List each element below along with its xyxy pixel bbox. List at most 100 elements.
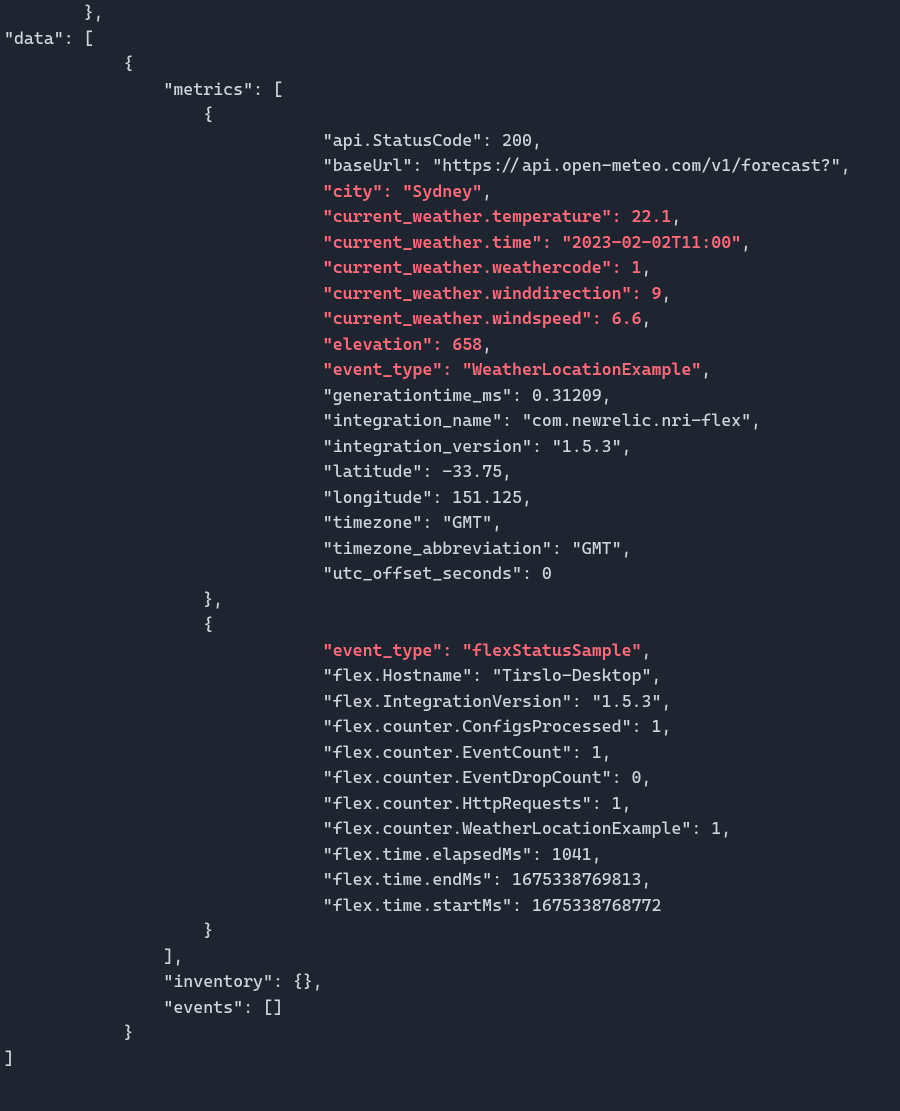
json-value: 6.6 — [612, 308, 642, 328]
json-value: 0 — [632, 767, 642, 787]
code-line: "flex.IntegrationVersion": "1.5.3", — [4, 689, 896, 715]
json-value: "GMT" — [572, 538, 622, 558]
json-key: "flex.IntegrationVersion" — [323, 691, 572, 711]
code-line: "generationtime_ms": 0.31209, — [4, 383, 896, 409]
code-line: "timezone_abbreviation": "GMT", — [4, 536, 896, 562]
code-line: "current_weather.winddirection": 9, — [4, 281, 896, 307]
json-key: "current_weather.weathercode" — [323, 257, 612, 277]
json-key-events: "events": [] — [4, 997, 283, 1017]
code-line: "metrics": [ — [4, 77, 896, 103]
json-value: 1 — [592, 742, 602, 762]
json-key: "flex.time.elapsedMs" — [323, 844, 532, 864]
json-value: 22.1 — [632, 206, 672, 226]
code-line: "flex.counter.HttpRequests": 1, — [4, 791, 896, 817]
json-value: "com.newrelic.nri-flex" — [522, 410, 751, 430]
json-value: 1 — [632, 257, 642, 277]
code-line: "flex.counter.EventCount": 1, — [4, 740, 896, 766]
code-line: "integration_name": "com.newrelic.nri-fl… — [4, 408, 896, 434]
code-line: "longitude": 151.125, — [4, 485, 896, 511]
json-key: "flex.time.startMs" — [323, 895, 512, 915]
json-key: "city" — [323, 181, 383, 201]
code-line: "elevation": 658, — [4, 332, 896, 358]
code-line: ] — [4, 1046, 896, 1072]
code-line: "flex.counter.ConfigsProcessed": 1, — [4, 714, 896, 740]
json-value: 1 — [612, 793, 622, 813]
json-key: "api.StatusCode" — [323, 130, 482, 150]
code-line: "event_type": "WeatherLocationExample", — [4, 357, 896, 383]
json-key: "flex.counter.ConfigsProcessed" — [323, 716, 632, 736]
json-key: "generationtime_ms" — [323, 385, 512, 405]
json-key: "baseUrl" — [323, 155, 413, 175]
json-key: "flex.counter.WeatherLocationExample" — [323, 818, 692, 838]
json-value: 0 — [542, 563, 552, 583]
json-key: "current_weather.winddirection" — [323, 283, 632, 303]
json-key: "event_type" — [323, 359, 443, 379]
json-value: 1 — [711, 818, 721, 838]
code-line: "flex.time.elapsedMs": 1041, — [4, 842, 896, 868]
code-line: ], — [4, 944, 896, 970]
json-value: "https://api.open-meteo.com/v1/forecast?… — [432, 155, 840, 175]
code-line: "utc_offset_seconds": 0 — [4, 561, 896, 587]
json-key: "integration_name" — [323, 410, 502, 430]
json-value: 1675338768772 — [532, 895, 662, 915]
json-key: "elevation" — [323, 334, 433, 354]
json-value: 1675338769813 — [512, 869, 642, 889]
json-code-block: }, "data": [ { "metrics": [ { "api.Status… — [0, 0, 900, 1111]
json-value: 9 — [651, 283, 661, 303]
json-value: "1.5.3" — [592, 691, 662, 711]
json-key: "longitude" — [323, 487, 433, 507]
json-value: "flexStatusSample" — [462, 640, 641, 660]
json-key: "current_weather.temperature" — [323, 206, 612, 226]
json-key-inventory: "inventory": {}, — [4, 971, 323, 991]
json-value: 200 — [502, 130, 532, 150]
json-value: 658 — [452, 334, 482, 354]
json-value: 1041 — [552, 844, 592, 864]
code-line: "event_type": "flexStatusSample", — [4, 638, 896, 664]
code-line: } — [4, 918, 896, 944]
code-line: "baseUrl": "https://api.open-meteo.com/v… — [4, 153, 896, 179]
json-key: "event_type" — [323, 640, 443, 660]
json-key: "latitude" — [323, 461, 423, 481]
json-key-metrics: "metrics": [ — [4, 79, 283, 99]
code-line: "data": [ — [4, 26, 896, 52]
json-value: "GMT" — [442, 512, 492, 532]
code-line: "latitude": -33.75, — [4, 459, 896, 485]
code-line: "flex.Hostname": "Tirslo-Desktop", — [4, 663, 896, 689]
json-value: "2023-02-02T11:00" — [562, 232, 741, 252]
code-line: "flex.time.endMs": 1675338769813, — [4, 867, 896, 893]
json-value: 151.125 — [452, 487, 522, 507]
json-key: "timezone" — [323, 512, 423, 532]
code-line: } — [4, 1020, 896, 1046]
code-line: "integration_version": "1.5.3", — [4, 434, 896, 460]
code-line: "timezone": "GMT", — [4, 510, 896, 536]
code-line: "current_weather.temperature": 22.1, — [4, 204, 896, 230]
code-line: "flex.time.startMs": 1675338768772 — [4, 893, 896, 919]
json-key: "flex.counter.HttpRequests" — [323, 793, 592, 813]
json-key: "current_weather.time" — [323, 232, 542, 252]
json-key: "flex.time.endMs" — [323, 869, 492, 889]
json-value: "Sydney" — [402, 181, 482, 201]
code-line: "inventory": {}, — [4, 969, 896, 995]
code-line: "city": "Sydney", — [4, 179, 896, 205]
code-line: "api.StatusCode": 200, — [4, 128, 896, 154]
json-key-data: "data" — [4, 28, 64, 48]
code-line: "current_weather.windspeed": 6.6, — [4, 306, 896, 332]
code-line: "events": [] — [4, 995, 896, 1021]
code-line: { — [4, 51, 896, 77]
code-line: { — [4, 102, 896, 128]
json-value: 1 — [651, 716, 661, 736]
brace-close: }, — [4, 2, 104, 22]
json-key: "flex.counter.EventCount" — [323, 742, 572, 762]
code-line: "current_weather.time": "2023-02-02T11:0… — [4, 230, 896, 256]
json-value: "Tirslo-Desktop" — [492, 665, 651, 685]
json-key: "timezone_abbreviation" — [323, 538, 552, 558]
json-key: "flex.Hostname" — [323, 665, 472, 685]
json-value: 0.31209 — [532, 385, 602, 405]
code-line: "flex.counter.EventDropCount": 0, — [4, 765, 896, 791]
json-value: "1.5.3" — [552, 436, 622, 456]
code-line: "flex.counter.WeatherLocationExample": 1… — [4, 816, 896, 842]
code-line: }, — [4, 0, 896, 26]
json-value: "WeatherLocationExample" — [462, 359, 701, 379]
json-key: "current_weather.windspeed" — [323, 308, 592, 328]
json-key: "integration_version" — [323, 436, 532, 456]
